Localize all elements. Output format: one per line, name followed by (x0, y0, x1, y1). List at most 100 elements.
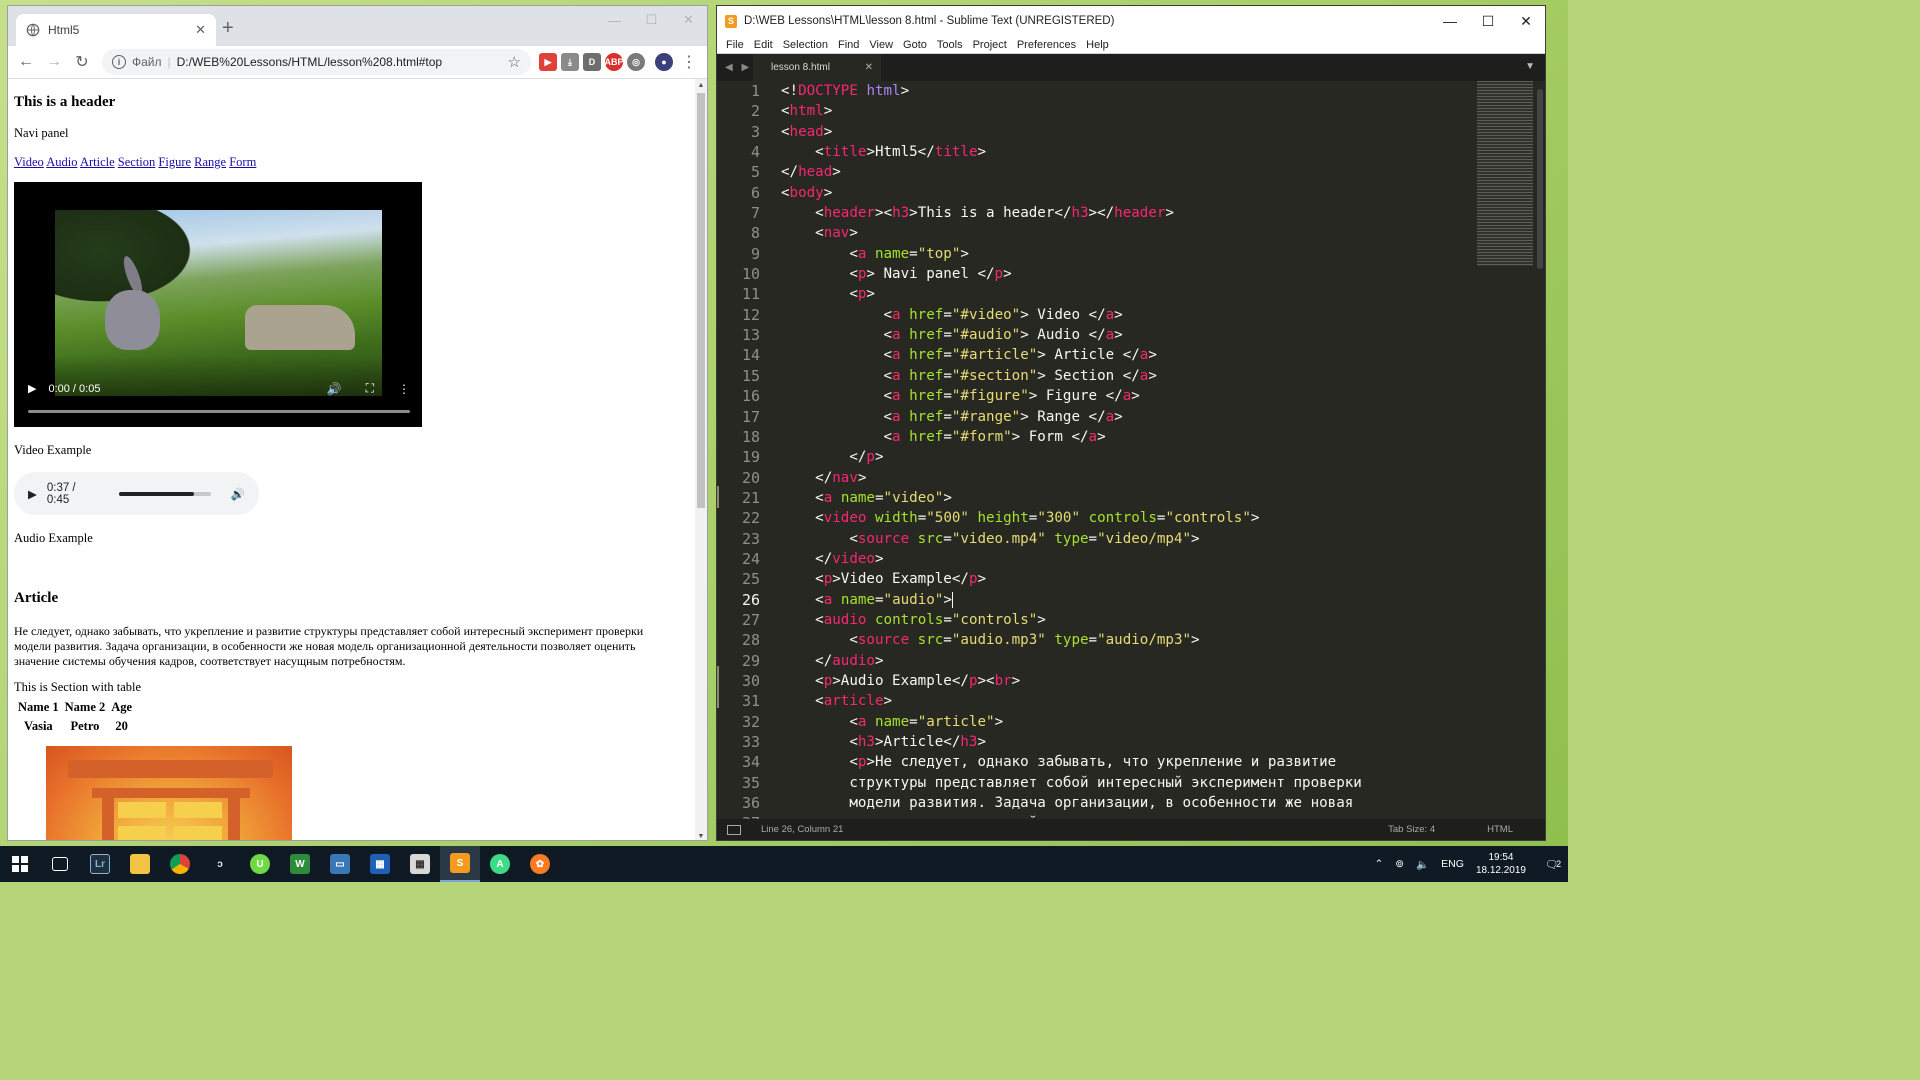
link-section[interactable]: Section (118, 155, 156, 169)
menu-item-tools[interactable]: Tools (932, 39, 968, 51)
new-tab-button[interactable]: + (222, 18, 234, 38)
language-indicator[interactable]: ENG (1441, 858, 1464, 870)
panel-toggle-icon[interactable] (727, 824, 741, 835)
info-icon[interactable]: i (112, 55, 126, 69)
menu-item-view[interactable]: View (864, 39, 898, 51)
link-form[interactable]: Form (229, 155, 256, 169)
windows-icon (12, 856, 28, 872)
page-scrollbar[interactable]: ▲ ▼ (695, 79, 707, 840)
table-cell: Vasia (23, 719, 53, 733)
tab-dropdown-icon[interactable]: ▼ (1525, 61, 1535, 72)
adblock-icon[interactable]: ABP (605, 53, 624, 71)
chrome-app[interactable] (160, 846, 200, 882)
sublime-app[interactable]: S (440, 846, 480, 882)
video-progress-bar[interactable] (28, 410, 410, 413)
minimize-button[interactable]: — (1431, 6, 1469, 36)
scroll-up-icon[interactable]: ▲ (695, 79, 707, 91)
table-cell: Petro (70, 719, 100, 733)
extension-icon[interactable]: ▶ (539, 53, 557, 71)
app-launcher[interactable]: ↄ (200, 846, 240, 882)
play-icon[interactable]: ▶ (28, 382, 36, 395)
extension-id-icon[interactable]: D (583, 53, 601, 71)
extension-globe-icon[interactable]: ◎ (627, 53, 645, 71)
line-number: 19 (741, 448, 760, 467)
start-button[interactable] (0, 846, 40, 882)
menu-item-project[interactable]: Project (968, 39, 1012, 51)
network-icon[interactable]: ⊚ (1395, 858, 1404, 870)
show-hidden-icons[interactable]: ⌃ (1374, 858, 1383, 870)
link-audio[interactable]: Audio (46, 155, 77, 169)
browser-tab[interactable]: Html5 ✕ (16, 14, 216, 46)
line-number: 24 (741, 549, 760, 568)
line-number: 27 (741, 610, 760, 629)
menu-item-goto[interactable]: Goto (898, 39, 932, 51)
audio-progress-bar[interactable] (119, 491, 211, 496)
upwork-app[interactable]: U (240, 846, 280, 882)
xampp-app[interactable]: ✿ (520, 846, 560, 882)
line-number: 2 (750, 102, 760, 121)
calculator-app[interactable]: ▦ (400, 846, 440, 882)
menu-item-selection[interactable]: Selection (778, 39, 833, 51)
notifications-button[interactable]: 🗨 2 (1538, 858, 1568, 871)
code-editor[interactable]: 1 2 3 4 5 6 7 8 9 10 11 12 13 14 15 16 17 18 19 20 21 22 23 24 2… (717, 81, 1545, 821)
audio-player[interactable]: ▶ 0:37 / 0:45 🔊 (14, 472, 259, 515)
minimize-button[interactable]: — (596, 6, 633, 34)
status-tab-size[interactable]: Tab Size: 4 (1388, 824, 1435, 835)
sublime-menubar: File Edit Selection Find View Goto Tools Projec… (717, 36, 1545, 54)
line-number: 16 (741, 387, 760, 406)
url-text[interactable]: D:/WEB%20Lessons/HTML/lesson%208.html#to… (177, 55, 502, 69)
app-icon: ↄ (217, 858, 223, 870)
fullscreen-icon[interactable]: ⛶ (366, 381, 374, 396)
tab-nav-arrows-icon[interactable]: ◀ ▶ (725, 62, 752, 73)
line-number: 10 (741, 265, 760, 284)
menu-item-help[interactable]: Help (1081, 39, 1114, 51)
tab-close-icon[interactable]: ✕ (195, 22, 206, 38)
back-icon[interactable]: ← (14, 50, 38, 74)
link-video[interactable]: Video (14, 155, 44, 169)
video-player[interactable]: ▶ 0:00 / 0:05 🔊 ⛶ ⋮ (14, 182, 422, 427)
audio-volume-icon[interactable]: 🔊 (231, 487, 245, 501)
video-controls: ▶ 0:00 / 0:05 🔊 ⛶ ⋮ (14, 355, 422, 427)
clock[interactable]: 19:54 18.12.2019 (1476, 851, 1526, 877)
bookmark-star-icon[interactable]: ☆ (508, 53, 521, 71)
line-number: 30 (741, 671, 760, 690)
link-article[interactable]: Article (80, 155, 115, 169)
address-bar[interactable]: i Файл | D:/WEB%20Lessons/HTML/lesson%20… (102, 49, 531, 75)
status-syntax[interactable]: HTML (1487, 824, 1513, 835)
more-options-icon[interactable]: ⋮ (398, 382, 410, 396)
link-figure[interactable]: Figure (158, 155, 191, 169)
remote-desktop-app[interactable]: ▭ (320, 846, 360, 882)
scroll-down-icon[interactable]: ▼ (695, 830, 707, 840)
audio-play-icon[interactable]: ▶ (28, 487, 37, 501)
menu-item-edit[interactable]: Edit (749, 39, 778, 51)
tab-close-icon[interactable]: ✕ (865, 62, 873, 73)
menu-item-find[interactable]: Find (833, 39, 864, 51)
android-studio-app[interactable]: A (480, 846, 520, 882)
volume-icon[interactable]: 🔊 (327, 382, 342, 396)
maximize-button[interactable]: ☐ (1469, 6, 1507, 36)
task-view-button[interactable] (40, 846, 80, 882)
close-button[interactable]: ✕ (1507, 6, 1545, 36)
editor-scrollbar[interactable] (1537, 81, 1543, 821)
file-explorer-app[interactable] (120, 846, 160, 882)
monitor-icon: ▭ (330, 854, 350, 874)
studio-app[interactable]: ▦ (360, 846, 400, 882)
menu-item-preferences[interactable]: Preferences (1012, 39, 1081, 51)
status-position[interactable]: Line 26, Column 21 (761, 824, 1388, 835)
code-text[interactable]: <!DOCTYPE html> <html> <head> <title>Htm… (781, 81, 1471, 821)
lightroom-app[interactable]: Lr (80, 846, 120, 882)
link-range[interactable]: Range (194, 155, 226, 169)
volume-icon[interactable]: 🔈 (1416, 858, 1429, 871)
close-button[interactable]: ✕ (670, 6, 707, 34)
profile-avatar[interactable]: ● (655, 53, 673, 71)
extension-pdf-icon[interactable]: ⤓ (561, 53, 579, 71)
file-tab[interactable]: lesson 8.html ✕ (753, 54, 881, 81)
maximize-button[interactable]: ☐ (633, 6, 670, 34)
scrollbar-thumb[interactable] (697, 93, 705, 508)
forward-icon[interactable]: → (42, 50, 66, 74)
minimap-viewport[interactable] (1477, 81, 1533, 266)
reload-icon[interactable]: ↻ (70, 50, 94, 74)
vectorworks-app[interactable]: W (280, 846, 320, 882)
more-menu-icon[interactable]: ⋮ (677, 50, 701, 74)
menu-item-file[interactable]: File (721, 39, 749, 51)
